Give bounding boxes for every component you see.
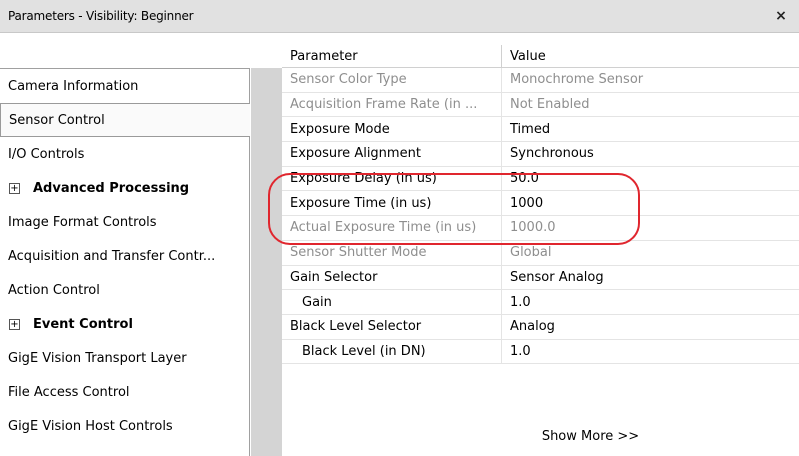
table-row[interactable]: Exposure Time (in us) 1000 (282, 191, 799, 217)
sidebar-item-label: Acquisition and Transfer Contr... (8, 248, 216, 264)
sidebar-item-label: Image Format Controls (8, 214, 157, 230)
table-row[interactable]: Exposure Mode Timed (282, 117, 799, 143)
parameter-name-cell: Black Level (in DN) (282, 339, 502, 364)
sidebar-item[interactable]: + Advanced Processing (0, 171, 249, 205)
show-more-link[interactable]: Show More >> (282, 425, 799, 449)
parameter-value-cell: 1000.0 (510, 220, 556, 236)
expand-plus-icon[interactable]: + (9, 182, 20, 194)
window-title: Parameters - Visibility: Beginner (8, 9, 194, 23)
category-list: Camera Information Sensor Control I/O Cont… (0, 68, 250, 456)
parameter-value-cell[interactable]: Timed (502, 117, 799, 141)
table-row[interactable]: Black Level (in DN) 1.0 (282, 339, 799, 365)
parameter-value-cell: Global (510, 245, 552, 261)
parameter-name-cell: Sensor Shutter Mode (282, 240, 502, 265)
table-row[interactable]: Exposure Alignment Synchronous (282, 142, 799, 167)
sidebar-item[interactable]: GigE Vision Transport Layer (0, 341, 249, 375)
parameter-value-cell: Monochrome Sensor (510, 72, 644, 88)
table-row[interactable]: Gain 1.0 (282, 290, 799, 315)
sidebar-item[interactable]: Action Control (0, 273, 249, 307)
parameter-name-cell: Gain (282, 290, 502, 314)
sidebar-item-label: Event Control (33, 316, 133, 332)
parameter-name-cell: Exposure Mode (282, 117, 502, 142)
table-row[interactable]: Actual Exposure Time (in us) 1000.0 (282, 216, 799, 241)
table-row[interactable]: Sensor Shutter Mode Global (282, 240, 799, 266)
sidebar-item[interactable]: I/O Controls (0, 137, 249, 171)
sidebar-item-label: GigE Vision Host Controls (8, 418, 173, 434)
sidebar-item[interactable]: File Access Control (0, 375, 249, 409)
parameter-value-cell[interactable]: 1.0 (502, 290, 799, 314)
table-row[interactable]: Sensor Color Type Monochrome Sensor (282, 68, 799, 93)
parameter-value-cell[interactable]: 1000 (502, 191, 799, 215)
grid-row-gutter (251, 68, 282, 456)
sidebar-item-label: Advanced Processing (33, 180, 190, 196)
column-header-value[interactable]: Value (502, 45, 799, 67)
sidebar-item[interactable]: GigE Vision Host Controls (0, 409, 249, 443)
parameter-value-cell[interactable]: Sensor Analog (502, 266, 799, 290)
sidebar-item-label: Sensor Control (9, 112, 105, 128)
sidebar-item[interactable]: Acquisition and Transfer Contr... (0, 239, 249, 273)
parameter-name-cell: Exposure Alignment (282, 142, 502, 166)
table-row[interactable]: Gain Selector Sensor Analog (282, 265, 799, 291)
parameter-value-cell[interactable]: 1.0 (502, 340, 799, 364)
close-icon[interactable]: × (771, 8, 791, 24)
parameter-grid: Sensor Color Type Monochrome Sensor Acquis… (282, 68, 799, 365)
parameter-name-cell: Actual Exposure Time (in us) (282, 216, 502, 240)
column-header-parameter[interactable]: Parameter (282, 45, 502, 67)
sidebar-item[interactable]: + Event Control (0, 307, 249, 341)
parameter-name-cell: Exposure Delay (in us) (282, 166, 502, 191)
table-row[interactable]: Acquisition Frame Rate (in ... Not Enable… (282, 92, 799, 118)
parameter-value-cell[interactable]: Analog (502, 315, 799, 339)
sidebar-item-label: Camera Information (8, 78, 139, 94)
parameter-value-cell[interactable]: Synchronous (502, 142, 799, 166)
parameter-name-cell: Exposure Time (in us) (282, 191, 502, 216)
parameter-name-cell: Gain Selector (282, 265, 502, 290)
parameter-name-cell: Sensor Color Type (282, 68, 502, 92)
parameter-value-cell: Not Enabled (510, 97, 590, 113)
sidebar-item[interactable]: Sensor Control (0, 103, 250, 137)
sidebar-item[interactable]: Camera Information (0, 69, 249, 103)
sidebar-item-label: GigE Vision Transport Layer (8, 350, 187, 366)
title-bar: Parameters - Visibility: Beginner × (0, 0, 799, 33)
table-row[interactable]: Black Level Selector Analog (282, 314, 799, 340)
sidebar-item-label: Action Control (8, 282, 100, 298)
parameter-name-cell: Acquisition Frame Rate (in ... (282, 92, 502, 117)
parameter-name-cell: Black Level Selector (282, 314, 502, 339)
sidebar-item-label: I/O Controls (8, 146, 85, 162)
grid-header: Parameter Value (282, 45, 799, 68)
parameter-value-cell[interactable]: 50.0 (502, 167, 799, 191)
table-row[interactable]: Exposure Delay (in us) 50.0 (282, 166, 799, 192)
sidebar-item[interactable]: Image Format Controls (0, 205, 249, 239)
expand-plus-icon[interactable]: + (9, 318, 20, 330)
sidebar-item-label: File Access Control (8, 384, 130, 400)
